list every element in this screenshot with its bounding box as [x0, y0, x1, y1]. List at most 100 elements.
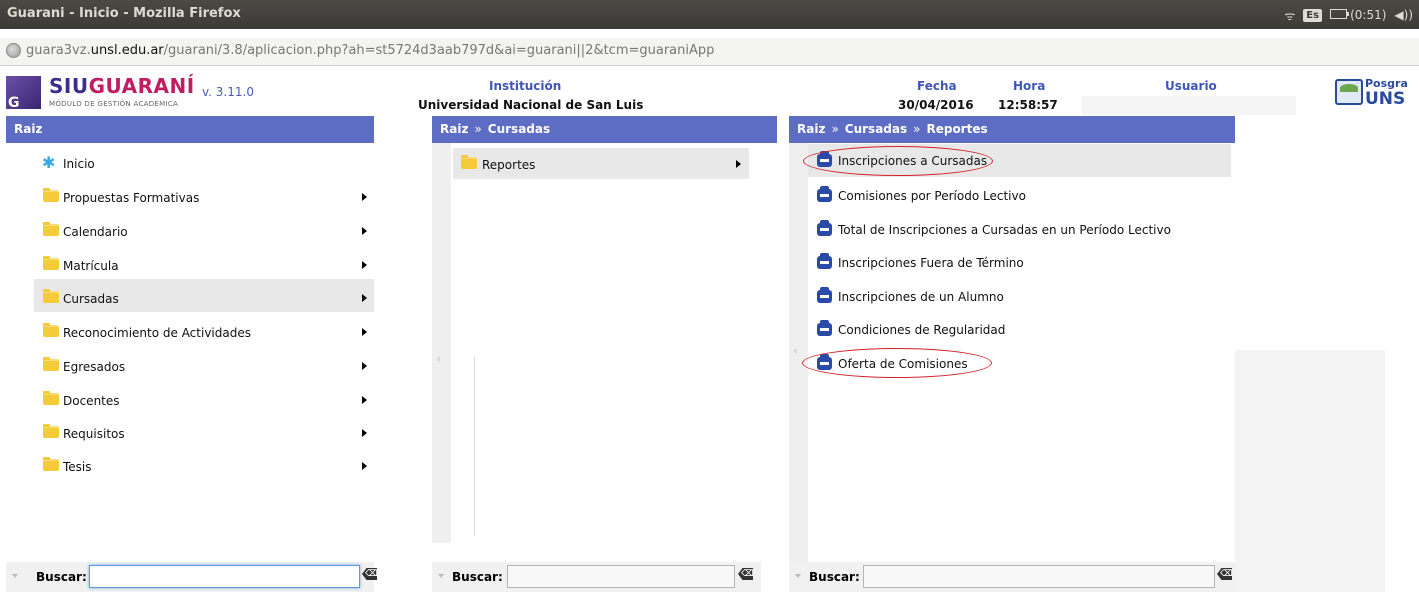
chevron-right-icon — [362, 328, 367, 336]
institucion-label: Institución — [489, 79, 562, 93]
menu-item-label: Reconocimiento de Actividades — [63, 326, 251, 340]
chevron-down-icon[interactable] — [12, 574, 18, 578]
clear-search-icon[interactable]: ⌫ — [362, 568, 377, 580]
search-label: Buscar: — [36, 570, 87, 584]
panel-raiz: Raiz ✱ Inicio Propuestas Formativas Cale… — [6, 116, 374, 536]
menu-item-docentes[interactable]: Docentes — [6, 384, 374, 415]
siu-logo-icon — [6, 76, 41, 111]
posgrado-logo-icon[interactable] — [1335, 79, 1363, 105]
breadcrumb-raiz[interactable]: Raiz — [440, 122, 468, 136]
folder-icon — [43, 357, 59, 371]
breadcrumb-separator: » — [474, 122, 482, 136]
report-inscripciones-alumno[interactable]: Inscripciones de un Alumno — [808, 280, 1231, 311]
keyboard-language-indicator[interactable]: Es — [1303, 8, 1323, 22]
printer-icon — [817, 320, 832, 336]
volume-icon[interactable]: ◀)) — [1394, 8, 1413, 22]
report-condiciones-regularidad[interactable]: Condiciones de Regularidad — [808, 313, 1231, 344]
chevron-right-icon — [362, 429, 367, 437]
printer-icon — [817, 151, 832, 167]
url-path: /guarani/3.8/aplicacion.php?ah=st5724d3a… — [163, 43, 715, 58]
search-input-reportes[interactable] — [863, 565, 1215, 588]
menu-item-propuestas-formativas[interactable]: Propuestas Formativas — [6, 181, 374, 212]
clear-search-icon[interactable]: ⌫ — [738, 568, 753, 580]
menu-item-calendario[interactable]: Calendario — [6, 215, 374, 246]
menu-item-label: Reportes — [482, 158, 536, 172]
menu-item-reportes[interactable]: Reportes — [453, 148, 749, 179]
report-oferta-comisiones[interactable]: Oferta de Comisiones — [808, 347, 1231, 378]
app-logo-name: SIUGUARANÍ — [49, 74, 195, 98]
panel-cursadas-header: Raiz » Cursadas — [432, 116, 777, 143]
menu-item-label: Cursadas — [63, 292, 119, 306]
report-label: Total de Inscripciones a Cursadas en un … — [838, 223, 1171, 237]
panel-cursadas: Raiz » Cursadas Reportes — [432, 116, 777, 543]
clear-search-icon[interactable]: ⌫ — [1217, 568, 1232, 580]
printer-icon — [817, 354, 832, 370]
fecha-value: 30/04/2016 — [898, 98, 974, 112]
wifi-icon[interactable]: ᯤ — [1284, 7, 1295, 24]
search-input-raiz[interactable] — [89, 565, 360, 588]
collapse-sidebar-mid[interactable] — [432, 143, 451, 543]
menu-item-label: Matrícula — [63, 259, 119, 273]
collapse-arrow-icon — [793, 348, 797, 354]
hora-value: 12:58:57 — [998, 98, 1058, 112]
url-bar[interactable]: guara3vz.unsl.edu.ar/guarani/3.8/aplicac… — [0, 38, 1419, 66]
report-total-inscripciones[interactable]: Total de Inscripciones a Cursadas en un … — [808, 213, 1231, 244]
search-bar-raiz: Buscar: ⌫ — [6, 562, 377, 592]
chevron-right-icon — [362, 462, 367, 470]
menu-item-label: Docentes — [63, 394, 120, 408]
window-title: Guarani - Inicio - Mozilla Firefox — [7, 6, 241, 21]
menu-item-inicio[interactable]: ✱ Inicio — [6, 148, 374, 179]
url-host: unsl.edu.ar — [90, 43, 164, 58]
menu-item-egresados[interactable]: Egresados — [6, 350, 374, 381]
chevron-down-icon[interactable] — [438, 574, 444, 578]
search-input-cursadas[interactable] — [507, 565, 735, 588]
chevron-down-icon[interactable] — [795, 574, 801, 578]
breadcrumb-reportes[interactable]: Reportes — [926, 122, 987, 136]
breadcrumb-cursadas[interactable]: Cursadas — [845, 122, 907, 136]
printer-icon — [817, 253, 832, 269]
report-label: Inscripciones Fuera de Término — [838, 256, 1024, 270]
chevron-right-icon — [362, 227, 367, 235]
url-prefix: guara3vz. — [26, 43, 91, 58]
breadcrumb-raiz[interactable]: Raiz — [14, 122, 42, 136]
app-subtitle: MÓDULO DE GESTIÓN ACADÉMICA — [49, 100, 179, 108]
menu-item-cursadas[interactable]: Cursadas — [34, 279, 374, 312]
right-gutter — [1235, 350, 1385, 592]
collapse-sidebar-right[interactable] — [789, 143, 808, 586]
folder-icon — [43, 188, 59, 202]
logo-part-guarani: GUARANÍ — [88, 74, 195, 98]
menu-item-tesis[interactable]: Tesis — [6, 450, 374, 481]
battery-indicator[interactable]: (0:51) — [1330, 8, 1386, 22]
search-label: Buscar: — [809, 570, 860, 584]
chevron-right-icon — [362, 193, 367, 201]
breadcrumb-separator: » — [831, 122, 839, 136]
battery-icon — [1330, 9, 1350, 19]
report-inscripciones-cursadas[interactable]: Inscripciones a Cursadas — [808, 144, 1231, 177]
search-label: Buscar: — [452, 570, 503, 584]
menu-item-matricula[interactable]: Matrícula — [6, 249, 374, 280]
institucion-value: Universidad Nacional de San Luis — [418, 98, 644, 112]
chevron-right-icon — [362, 362, 367, 370]
printer-icon — [817, 186, 832, 202]
chevron-right-icon — [362, 294, 367, 302]
report-label: Oferta de Comisiones — [838, 357, 968, 371]
posgrado-unsl-text[interactable]: UNS — [1365, 89, 1405, 109]
battery-time: (0:51) — [1350, 8, 1387, 22]
panel-raiz-header: Raiz — [6, 116, 374, 143]
url-text[interactable]: guara3vz.unsl.edu.ar/guarani/3.8/aplicac… — [26, 43, 714, 58]
menu-item-label: Calendario — [63, 225, 128, 239]
panel-reportes: Raiz » Cursadas » Reportes Inscripciones a C… — [789, 116, 1235, 586]
menu-item-requisitos[interactable]: Requisitos — [6, 417, 374, 448]
breadcrumb-raiz[interactable]: Raiz — [797, 122, 825, 136]
menu-item-reconocimiento[interactable]: Reconocimiento de Actividades — [6, 316, 374, 347]
breadcrumb-separator: » — [913, 122, 921, 136]
panel-reportes-header: Raiz » Cursadas » Reportes — [789, 116, 1235, 143]
breadcrumb-cursadas[interactable]: Cursadas — [488, 122, 550, 136]
folder-icon — [43, 323, 59, 337]
menu-item-label: Propuestas Formativas — [63, 191, 200, 205]
logo-part-siu: SIU — [49, 74, 89, 98]
search-bar-cursadas: Buscar: ⌫ — [432, 562, 761, 592]
report-inscripciones-fuera-termino[interactable]: Inscripciones Fuera de Término — [808, 246, 1231, 277]
report-comisiones-periodo[interactable]: Comisiones por Período Lectivo — [808, 179, 1231, 210]
report-label: Comisiones por Período Lectivo — [838, 189, 1026, 203]
